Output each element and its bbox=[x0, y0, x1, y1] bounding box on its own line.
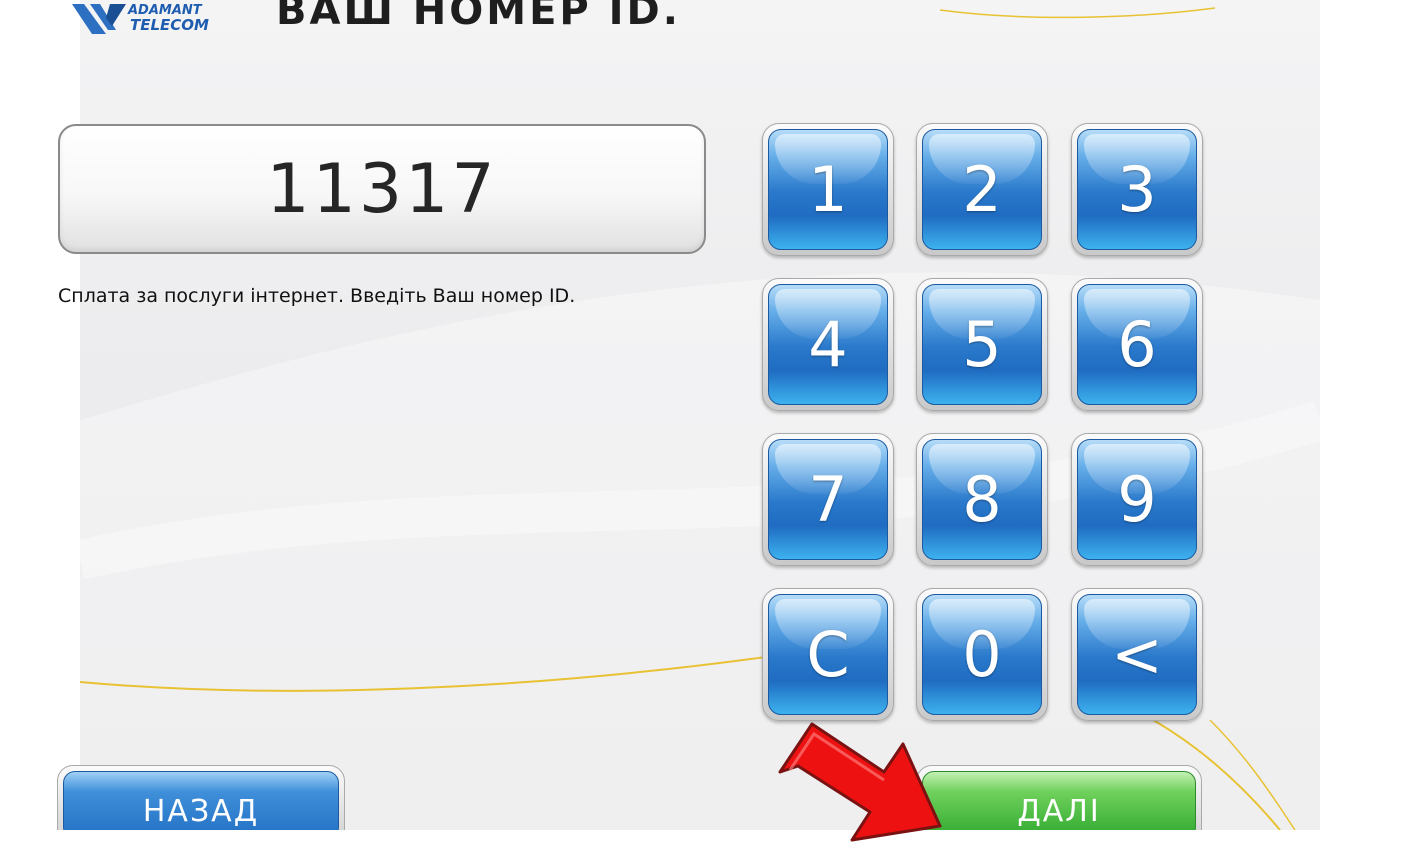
key-label: 0 bbox=[962, 618, 1002, 691]
key-label: 7 bbox=[808, 463, 848, 536]
kiosk-screen: ADAMANT TELECOM ВАШ НОМЕР ID. 11317 Спла… bbox=[0, 0, 1411, 857]
key-label: 3 bbox=[1117, 153, 1157, 226]
key-6[interactable]: 6 bbox=[1071, 278, 1203, 411]
key-clear[interactable]: C bbox=[762, 588, 894, 721]
key-label: 2 bbox=[962, 153, 1002, 226]
key-5[interactable]: 5 bbox=[916, 278, 1048, 411]
key-label: C bbox=[806, 618, 850, 691]
key-label: 1 bbox=[808, 153, 848, 226]
svg-text:TELECOM: TELECOM bbox=[130, 16, 209, 34]
red-arrow-icon bbox=[778, 722, 942, 842]
id-input-display[interactable]: 11317 bbox=[58, 124, 706, 254]
key-label: 9 bbox=[1117, 463, 1157, 536]
key-label: 6 bbox=[1117, 308, 1157, 381]
key-label: 8 bbox=[962, 463, 1002, 536]
key-label: 4 bbox=[808, 308, 848, 381]
key-3[interactable]: 3 bbox=[1071, 123, 1203, 256]
key-2[interactable]: 2 bbox=[916, 123, 1048, 256]
key-9[interactable]: 9 bbox=[1071, 433, 1203, 566]
bottom-margin bbox=[0, 830, 1411, 857]
instruction-text: Сплата за послуги інтернет. Введіть Ваш … bbox=[58, 285, 576, 307]
key-label: 5 bbox=[962, 308, 1002, 381]
key-1[interactable]: 1 bbox=[762, 123, 894, 256]
key-0[interactable]: 0 bbox=[916, 588, 1048, 721]
page-title: ВАШ НОМЕР ID. bbox=[276, 0, 681, 34]
key-8[interactable]: 8 bbox=[916, 433, 1048, 566]
key-label: < bbox=[1111, 618, 1163, 691]
company-logo: ADAMANT TELECOM bbox=[70, 0, 230, 40]
key-backspace[interactable]: < bbox=[1071, 588, 1203, 721]
key-4[interactable]: 4 bbox=[762, 278, 894, 411]
key-7[interactable]: 7 bbox=[762, 433, 894, 566]
id-input-value: 11317 bbox=[266, 149, 498, 229]
